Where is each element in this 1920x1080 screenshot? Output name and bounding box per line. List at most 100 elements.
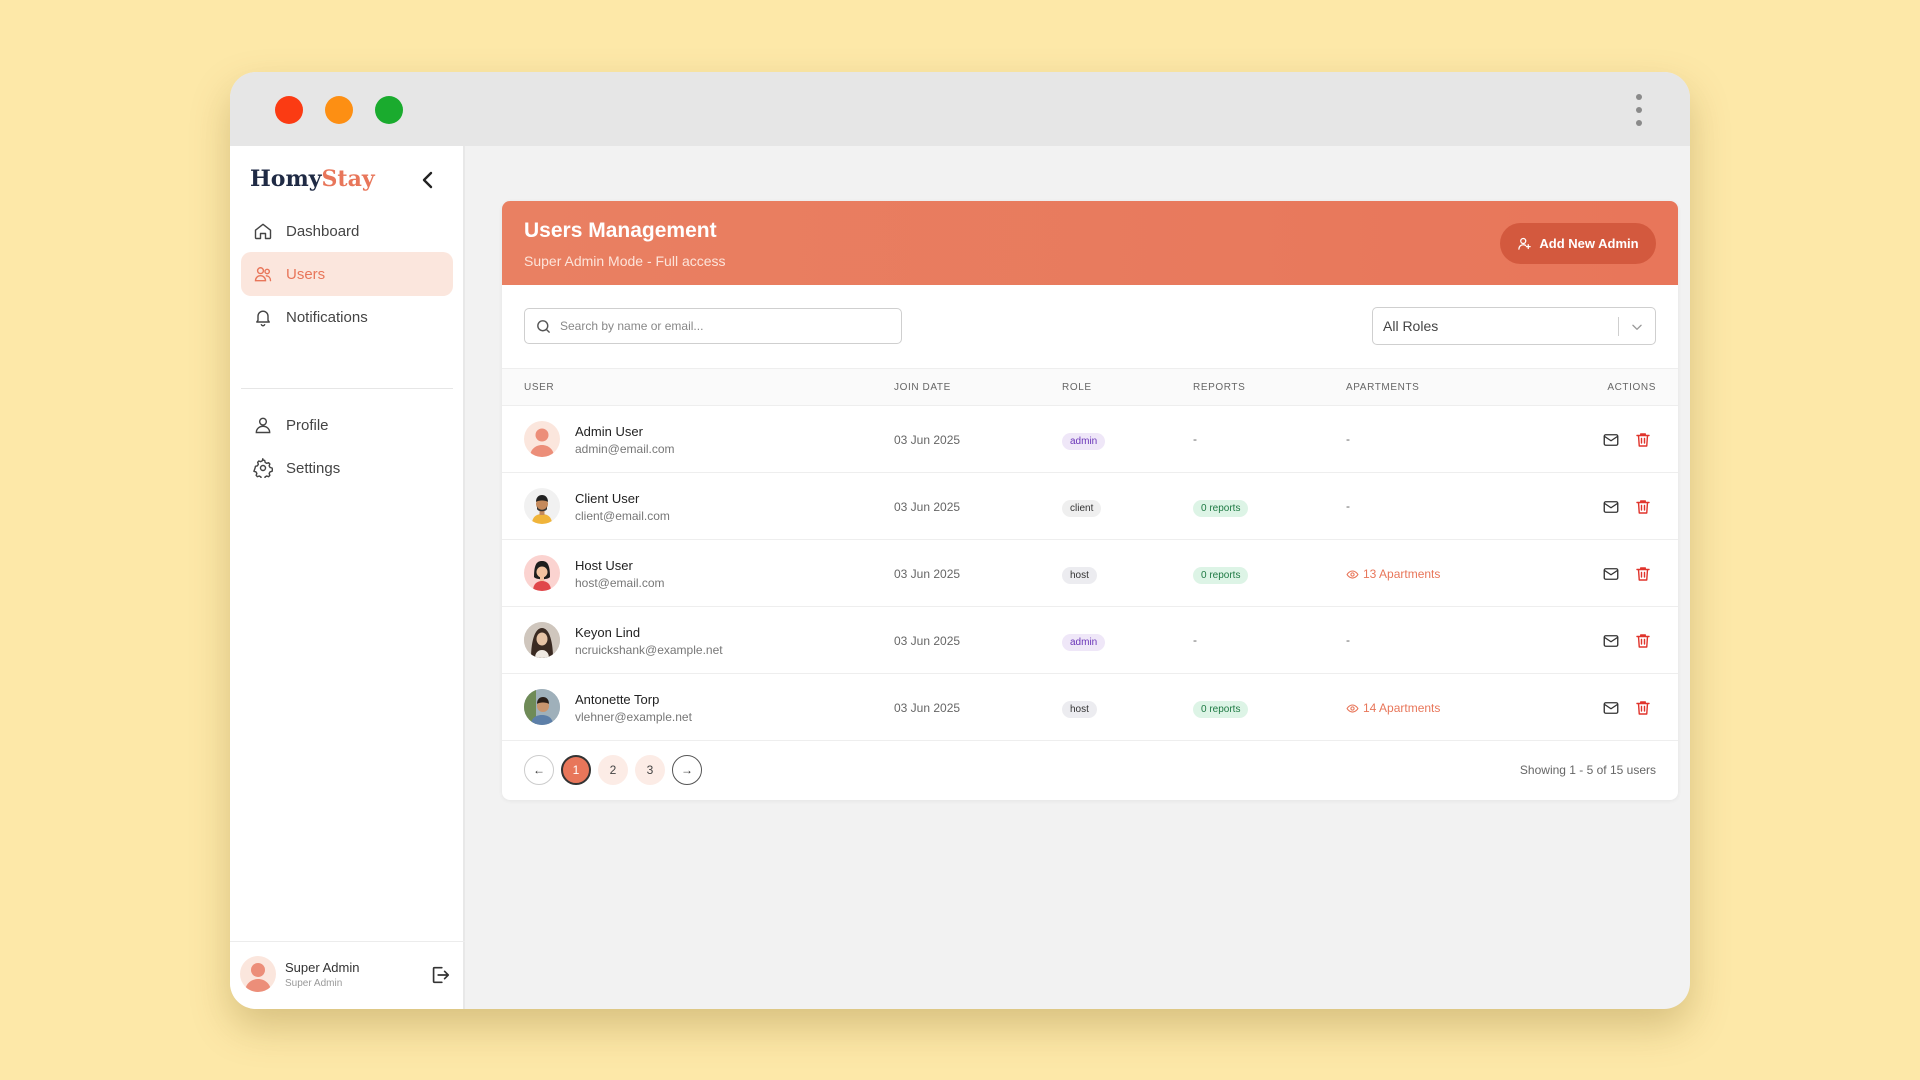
app-window: HomyStay Dashboard Users Notifications P… bbox=[230, 72, 1690, 1009]
role-badge: admin bbox=[1062, 634, 1106, 651]
eye-icon bbox=[1346, 703, 1359, 713]
page-subtitle: Super Admin Mode - Full access bbox=[524, 253, 726, 269]
table-row[interactable]: Antonette Torp vlehner@example.net 03 Ju… bbox=[502, 674, 1678, 741]
table-row[interactable]: Keyon Lind ncruickshank@example.net 03 J… bbox=[502, 607, 1678, 674]
pagination: ← 1 2 3 → bbox=[524, 755, 702, 785]
page-button-3[interactable]: 3 bbox=[635, 755, 665, 785]
person-avatar-icon bbox=[532, 495, 552, 524]
mail-icon[interactable] bbox=[1602, 632, 1620, 650]
role-filter-value: All Roles bbox=[1383, 318, 1439, 334]
add-user-icon bbox=[1518, 237, 1532, 250]
reports-value: - bbox=[1193, 432, 1197, 446]
person-avatar-icon bbox=[524, 622, 560, 658]
join-date: 03 Jun 2025 bbox=[894, 701, 961, 715]
user-icon bbox=[255, 417, 271, 434]
column-header-apartments: APARTMENTS bbox=[1346, 382, 1420, 393]
table-row[interactable]: Admin User admin@email.com 03 Jun 2025 a… bbox=[502, 406, 1678, 473]
bell-icon bbox=[256, 310, 270, 327]
join-date: 03 Jun 2025 bbox=[894, 433, 961, 447]
sidebar-item-label: Profile bbox=[286, 416, 329, 434]
trash-icon[interactable] bbox=[1634, 699, 1652, 717]
apartments-count: 13 Apartments bbox=[1363, 567, 1441, 581]
avatar bbox=[524, 622, 560, 658]
user-email: admin@email.com bbox=[575, 442, 675, 456]
select-separator bbox=[1618, 317, 1619, 336]
maximize-window-button[interactable] bbox=[375, 96, 403, 124]
apartments-link[interactable]: 13 Apartments bbox=[1346, 567, 1440, 581]
join-date: 03 Jun 2025 bbox=[894, 500, 961, 514]
chevron-down-icon bbox=[1632, 324, 1642, 330]
prev-page-button[interactable]: ← bbox=[524, 755, 554, 785]
add-new-admin-button[interactable]: Add New Admin bbox=[1500, 223, 1656, 264]
sidebar-item-settings[interactable]: Settings bbox=[241, 446, 453, 490]
sidebar-item-profile[interactable]: Profile bbox=[241, 403, 453, 447]
sidebar-item-dashboard[interactable]: Dashboard bbox=[241, 209, 453, 253]
user-email: ncruickshank@example.net bbox=[575, 643, 723, 657]
role-badge: admin bbox=[1062, 433, 1106, 450]
reports-badge: 0 reports bbox=[1193, 500, 1249, 517]
current-user: Super Admin Super Admin bbox=[230, 941, 465, 1009]
join-date: 03 Jun 2025 bbox=[894, 634, 961, 648]
trash-icon[interactable] bbox=[1634, 498, 1652, 516]
join-date: 03 Jun 2025 bbox=[894, 567, 961, 581]
more-options-icon[interactable] bbox=[1634, 94, 1644, 126]
sidebar-item-users[interactable]: Users bbox=[241, 252, 453, 296]
add-new-admin-label: Add New Admin bbox=[1539, 236, 1639, 251]
page-title: Users Management bbox=[524, 219, 717, 242]
avatar bbox=[524, 689, 560, 725]
avatar bbox=[524, 488, 560, 524]
mail-icon[interactable] bbox=[1602, 431, 1620, 449]
sidebar-item-label: Users bbox=[286, 265, 326, 283]
current-user-role: Super Admin bbox=[285, 978, 343, 989]
page-button-2[interactable]: 2 bbox=[598, 755, 628, 785]
sidebar-item-label: Settings bbox=[286, 459, 341, 477]
apartments-value: - bbox=[1346, 633, 1350, 647]
user-name: Admin User bbox=[575, 424, 643, 439]
user-email: vlehner@example.net bbox=[575, 710, 692, 724]
mail-icon[interactable] bbox=[1602, 498, 1620, 516]
logo-text-homy: Homy bbox=[250, 166, 322, 192]
trash-icon[interactable] bbox=[1634, 431, 1652, 449]
minimize-window-button[interactable] bbox=[325, 96, 353, 124]
column-header-actions: ACTIONS bbox=[1607, 382, 1656, 393]
sidebar-item-label: Notifications bbox=[286, 308, 368, 326]
user-name: Host User bbox=[575, 558, 633, 573]
role-badge: host bbox=[1062, 567, 1097, 584]
close-window-button[interactable] bbox=[275, 96, 303, 124]
sidebar: HomyStay Dashboard Users Notifications P… bbox=[230, 146, 465, 1009]
table-row[interactable]: Client User client@email.com 03 Jun 2025… bbox=[502, 473, 1678, 540]
user-email: host@email.com bbox=[575, 576, 665, 590]
sidebar-item-label: Dashboard bbox=[286, 222, 360, 240]
trash-icon[interactable] bbox=[1634, 632, 1652, 650]
mail-icon[interactable] bbox=[1602, 565, 1620, 583]
table-row[interactable]: Host User host@email.com 03 Jun 2025 hos… bbox=[502, 540, 1678, 607]
column-header-user: USER bbox=[524, 382, 555, 393]
logo-text-stay: Stay bbox=[321, 166, 375, 192]
column-header-join-date: JOIN DATE bbox=[894, 382, 951, 393]
users-icon bbox=[254, 267, 272, 282]
logo[interactable]: HomyStay bbox=[250, 166, 375, 192]
chevron-left-icon[interactable] bbox=[416, 168, 440, 192]
search-input[interactable] bbox=[560, 319, 880, 333]
sidebar-item-notifications[interactable]: Notifications bbox=[241, 295, 453, 339]
column-header-reports: REPORTS bbox=[1193, 382, 1246, 393]
mail-icon[interactable] bbox=[1602, 699, 1620, 717]
search-box[interactable] bbox=[524, 308, 902, 344]
logout-icon[interactable] bbox=[429, 964, 451, 986]
current-user-name: Super Admin bbox=[285, 960, 360, 975]
title-bar bbox=[230, 72, 1690, 146]
person-avatar-icon bbox=[524, 689, 560, 725]
search-icon bbox=[537, 319, 550, 333]
trash-icon[interactable] bbox=[1634, 565, 1652, 583]
gear-icon bbox=[253, 458, 273, 478]
apartments-link[interactable]: 14 Apartments bbox=[1346, 701, 1440, 715]
apartments-value: - bbox=[1346, 432, 1350, 446]
next-page-button[interactable]: → bbox=[672, 755, 702, 785]
users-panel: Users Management Super Admin Mode - Full… bbox=[502, 201, 1678, 800]
role-filter-select[interactable]: All Roles bbox=[1372, 307, 1656, 345]
page-header: Users Management Super Admin Mode - Full… bbox=[502, 201, 1678, 285]
avatar bbox=[240, 956, 276, 992]
page-button-1[interactable]: 1 bbox=[561, 755, 591, 785]
user-name: Keyon Lind bbox=[575, 625, 641, 640]
user-name: Client User bbox=[575, 491, 640, 506]
